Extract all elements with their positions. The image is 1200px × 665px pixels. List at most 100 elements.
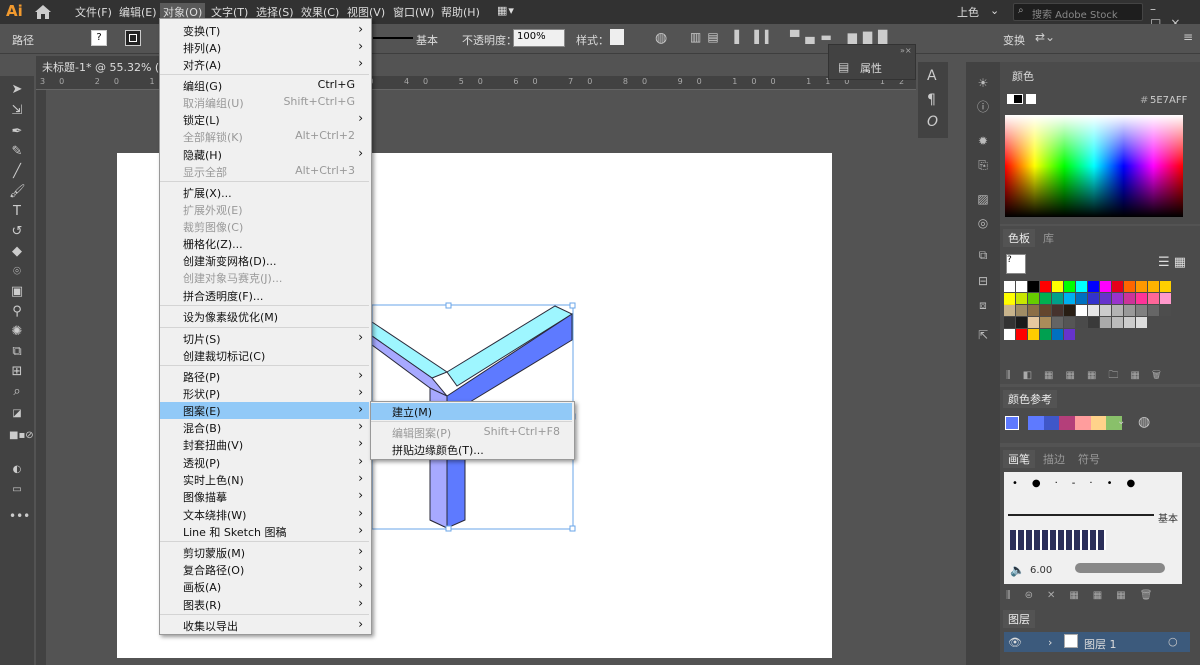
object-menu-item[interactable]: 形状(P) › [160, 385, 369, 402]
rotate-tool-icon[interactable]: ↺ [9, 224, 25, 240]
object-menu-item[interactable]: 编组(G) Ctrl+G [160, 77, 369, 94]
stroke-profile-preview[interactable] [373, 37, 413, 39]
swatch[interactable] [1124, 293, 1135, 304]
gradient-icon[interactable]: ▨ [975, 192, 991, 208]
swatch[interactable] [1064, 293, 1075, 304]
type-tool-icon[interactable]: T [9, 204, 25, 220]
pattern-submenu-item[interactable]: 建立(M) [371, 403, 572, 420]
object-menu-item[interactable]: 栅格化(Z)... [160, 235, 369, 252]
object-menu-item[interactable]: 设为像素级优化(M) [160, 308, 369, 325]
swatch[interactable] [1112, 305, 1123, 316]
swatch[interactable] [1136, 293, 1147, 304]
screen-mode-icon[interactable]: ▭ [9, 482, 25, 498]
swatch[interactable] [1052, 305, 1063, 316]
opacity-input[interactable]: 100% [513, 29, 565, 47]
line-tool-icon[interactable]: ╱ [9, 164, 25, 180]
swatch[interactable] [1160, 293, 1171, 304]
isolate-icon[interactable]: ⇄⌄ [1035, 30, 1055, 44]
pathfinder-icon[interactable]: ⧉ [975, 248, 991, 264]
pen-tool-icon[interactable]: ✒ [9, 124, 25, 140]
swatch[interactable] [1160, 281, 1171, 292]
artboard-tool-icon[interactable]: ⊞ [9, 364, 25, 380]
swatch[interactable] [1112, 281, 1123, 292]
document-tab[interactable]: 未标题-1* @ 55.32% (RGB/预览) [36, 56, 162, 76]
swatch[interactable] [1100, 293, 1111, 304]
swatch[interactable] [1076, 317, 1087, 328]
brush-actions-icon[interactable]: ⫼⊜✕▦▦▦🗑 [1006, 590, 1166, 601]
align-icons[interactable]: ▥▤ ▌▐▍ ▀▄▬ ▆▇█ [690, 30, 893, 44]
tab-stroke[interactable]: 描边 [1038, 450, 1070, 468]
swatch[interactable] [1016, 329, 1027, 340]
more-tools-icon[interactable]: ••• [9, 508, 30, 524]
shape-builder-tool-icon[interactable]: ⧉ [9, 344, 25, 360]
object-menu-item[interactable]: 实时上色(N) › [160, 471, 369, 488]
swatch[interactable] [1028, 317, 1039, 328]
swatch[interactable] [1064, 281, 1075, 292]
tab-symbols[interactable]: 符号 [1073, 450, 1105, 468]
symbol-sprayer-tool-icon[interactable]: ✺ [9, 324, 25, 340]
transparency-icon[interactable]: ◎ [975, 216, 991, 232]
swatch[interactable] [1160, 305, 1171, 316]
swatch[interactable] [1100, 281, 1111, 292]
transform-icon[interactable]: ⧈ [975, 298, 991, 314]
base-color-swatch[interactable] [1005, 416, 1019, 430]
tab-libraries[interactable]: 库 [1038, 229, 1059, 247]
warp-tool-icon[interactable]: ⌾ [9, 264, 25, 280]
harmony-swatches[interactable] [1028, 416, 1122, 430]
pattern-brush-preview[interactable] [1010, 530, 1106, 550]
swatch[interactable] [1136, 305, 1147, 316]
object-menu-item[interactable]: 锁定(L) › [160, 111, 369, 128]
properties-icon[interactable]: ▤ [838, 60, 849, 74]
color-mode-icon[interactable]: ■▪⊘ [9, 428, 34, 444]
object-menu-item[interactable]: 路径(P) › [160, 368, 369, 385]
swatch[interactable] [1088, 293, 1099, 304]
selection-tool-icon[interactable]: ➤ [9, 82, 25, 98]
object-menu-item[interactable]: 收集以导出 › [160, 617, 369, 634]
swatch[interactable] [1076, 281, 1087, 292]
properties-tab[interactable]: 属性 [860, 60, 882, 76]
swatch[interactable] [1136, 317, 1147, 328]
swatch[interactable] [1016, 305, 1027, 316]
menu-window[interactable]: 窗口(W) [393, 4, 434, 20]
menu-edit[interactable]: 编辑(E) [119, 4, 157, 20]
swatch[interactable] [1088, 317, 1099, 328]
paragraph-icon[interactable]: ¶ [927, 92, 936, 108]
swatch[interactable] [1088, 281, 1099, 292]
opentype-icon[interactable]: O [927, 114, 938, 130]
swatch[interactable] [1124, 305, 1135, 316]
swatch[interactable] [1100, 317, 1111, 328]
object-menu-item[interactable]: 创建渐变网格(D)... [160, 252, 369, 269]
object-menu-item[interactable]: 对齐(A) › [160, 56, 369, 73]
direct-selection-tool-icon[interactable]: ⇲ [9, 103, 25, 119]
fill-stroke-swatch[interactable]: ? [1006, 254, 1026, 274]
swatch[interactable] [1100, 305, 1111, 316]
stock-search-input[interactable]: 搜索 Adobe Stock [1013, 3, 1143, 21]
swatch[interactable] [1076, 293, 1087, 304]
swatch-grid[interactable] [1004, 281, 1182, 341]
swatch[interactable] [1040, 305, 1051, 316]
sun-icon[interactable]: ☀ [975, 76, 991, 92]
white-swatch[interactable] [1026, 94, 1036, 104]
swatch[interactable] [1028, 305, 1039, 316]
swatch[interactable] [1040, 281, 1051, 292]
swatch[interactable] [1064, 317, 1075, 328]
menu-help[interactable]: 帮助(H) [441, 4, 480, 20]
arrange-documents-icon[interactable]: ▦▾ [497, 4, 515, 17]
swatch-actions-icon[interactable]: ⫼◧▦▦▦🗀▦🗑 [1006, 368, 1173, 385]
swatch[interactable] [1052, 329, 1063, 340]
swatch[interactable] [1040, 317, 1051, 328]
eraser-tool-icon[interactable]: ◆ [9, 244, 25, 260]
swatch[interactable] [1112, 293, 1123, 304]
swatch[interactable] [1052, 281, 1063, 292]
menu-file[interactable]: 文件(F) [75, 4, 112, 20]
align-icon[interactable]: ⊟ [975, 274, 991, 290]
transform-button[interactable]: 变换 [1003, 32, 1025, 48]
light-icon[interactable]: ✹ [975, 134, 991, 150]
swatch[interactable] [1052, 317, 1063, 328]
basic-brush-stroke[interactable] [1008, 514, 1154, 516]
target-icon[interactable]: ○ [1168, 635, 1178, 648]
swatch[interactable] [1040, 293, 1051, 304]
swatch[interactable] [1064, 305, 1075, 316]
swatch[interactable] [1004, 317, 1015, 328]
object-menu-item[interactable]: 变换(T) › [160, 22, 369, 39]
